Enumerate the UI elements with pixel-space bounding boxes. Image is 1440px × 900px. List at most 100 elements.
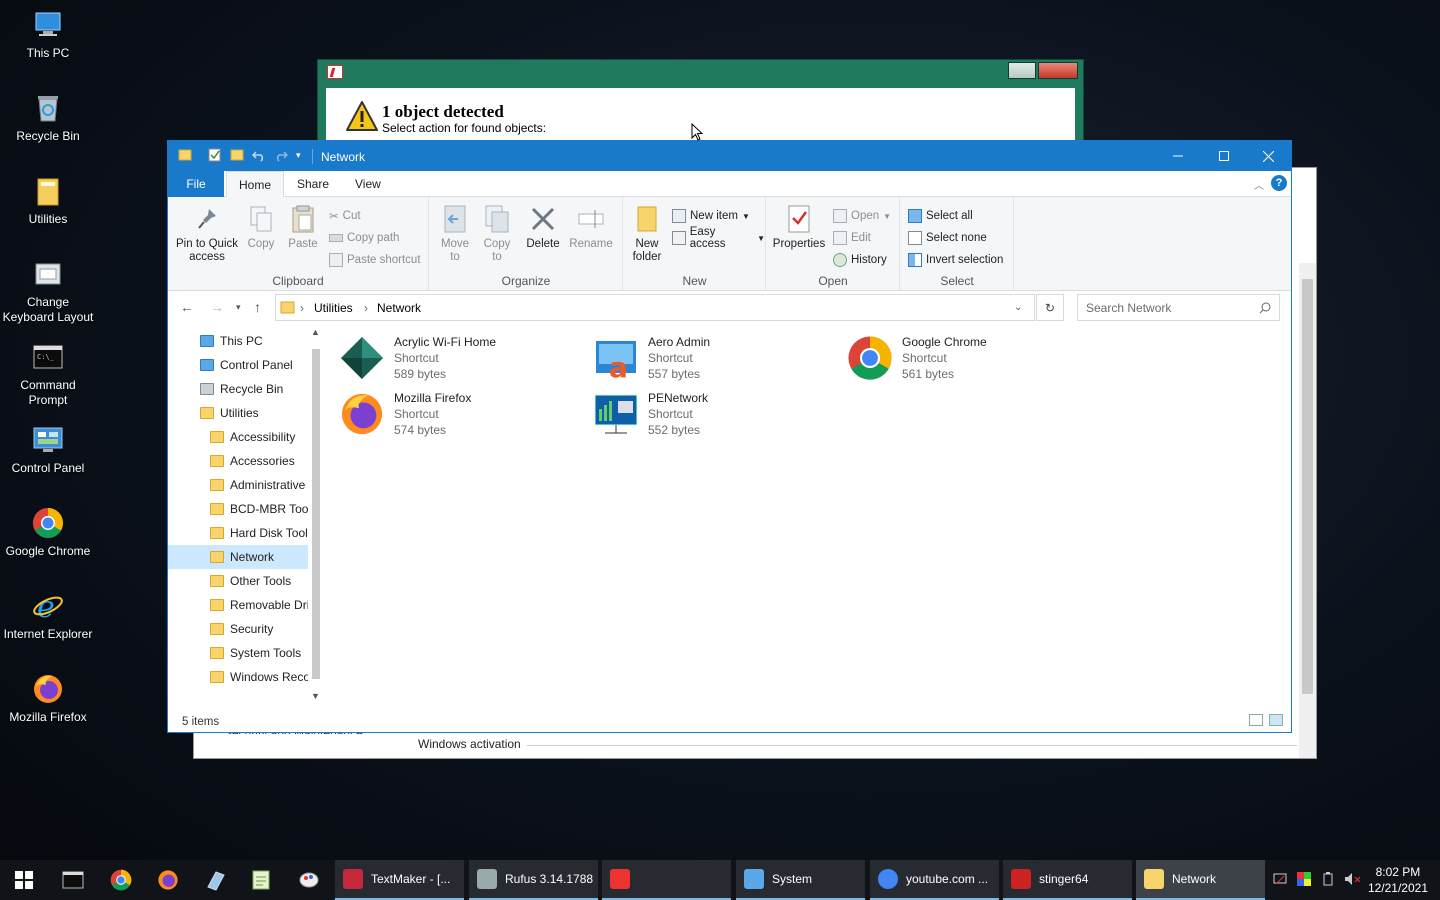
taskbar-pin-notes[interactable] — [197, 865, 233, 895]
taskbar-pin-notepad[interactable] — [243, 865, 279, 895]
restore-button[interactable] — [1008, 62, 1036, 79]
properties-button[interactable]: Properties — [772, 203, 826, 251]
refresh-button[interactable]: ↻ — [1036, 294, 1064, 321]
nav-item[interactable]: Accessories — [168, 449, 308, 473]
scroll-thumb[interactable] — [312, 349, 320, 679]
new-folder-button[interactable]: New folder — [628, 203, 666, 264]
back-button[interactable]: ← — [180, 299, 194, 315]
large-icons-view-button[interactable] — [1269, 714, 1283, 726]
desktop-icon-this-pc[interactable]: This PC — [0, 8, 96, 61]
nav-item[interactable]: Removable Dri — [168, 593, 308, 617]
nav-item[interactable]: BCD-MBR Tool — [168, 497, 308, 521]
close-button[interactable] — [1038, 62, 1078, 79]
taskbar-pin-cmd[interactable] — [55, 865, 91, 895]
nav-item[interactable]: Administrative — [168, 473, 308, 497]
nav-item[interactable]: Utilities — [168, 401, 308, 425]
close-button[interactable] — [1245, 141, 1291, 171]
select-none-button[interactable]: Select none — [908, 229, 987, 247]
start-button[interactable] — [6, 865, 42, 895]
file-item[interactable]: PENetwork Shortcut 552 bytes — [592, 390, 842, 444]
nav-item[interactable]: Hard Disk Tools — [168, 521, 308, 545]
up-button[interactable]: ↑ — [254, 299, 261, 315]
copy-path-button[interactable]: Copy path — [329, 229, 399, 247]
pin-to-quick-access-button[interactable]: Pin to Quick access — [174, 203, 240, 264]
tab-view[interactable]: View — [343, 171, 393, 197]
properties-check-icon[interactable] — [208, 148, 222, 162]
file-item[interactable]: Mozilla Firefox Shortcut 574 bytes — [338, 390, 588, 444]
desktop-icon-mozilla-firefox[interactable]: Mozilla Firefox — [0, 672, 96, 725]
breadcrumb-network[interactable]: Network — [377, 301, 421, 315]
recent-locations-button[interactable]: ▾ — [236, 302, 241, 313]
taskbar-task[interactable]: stinger64 — [1003, 860, 1132, 900]
breadcrumb-utilities[interactable]: Utilities — [314, 301, 353, 315]
desktop-icon-control-panel[interactable]: Control Panel — [0, 423, 96, 476]
navigation-scrollbar[interactable]: ▲ ▼ — [308, 327, 324, 709]
desktop-icon-keyboard-layout[interactable]: Change Keyboard Layout — [0, 257, 96, 325]
redo-icon[interactable] — [274, 148, 288, 162]
taskbar-task[interactable]: youtube.com ... — [870, 860, 999, 900]
details-view-button[interactable] — [1249, 714, 1263, 726]
copy-button[interactable]: Copy — [244, 203, 278, 251]
desktop-icon-google-chrome[interactable]: Google Chrome — [0, 506, 96, 559]
chevron-up-icon[interactable]: ︿ — [1254, 177, 1264, 192]
move-to-button[interactable]: Move to — [438, 203, 472, 264]
desktop-icon-utilities[interactable]: Utilities — [0, 174, 96, 227]
undo-icon[interactable] — [252, 148, 266, 162]
explorer-titlebar[interactable]: ▾ Network — [168, 141, 1291, 171]
nav-item[interactable]: System Tools — [168, 641, 308, 665]
volume-muted-icon[interactable] — [1344, 872, 1362, 886]
desktop-icon-command-prompt[interactable]: C:\_ Command Prompt — [0, 340, 96, 408]
maximize-button[interactable] — [1201, 141, 1247, 171]
paste-button[interactable]: Paste — [285, 203, 321, 251]
cut-button[interactable]: ✂ Cut — [329, 207, 361, 225]
file-item[interactable]: Google Chrome Shortcut 561 bytes — [846, 334, 1096, 388]
nav-item[interactable]: This PC — [168, 329, 308, 353]
taskbar-task[interactable]: System — [736, 860, 865, 900]
taskbar-pin-paint[interactable] — [291, 865, 327, 895]
search-input[interactable]: Search Network — [1077, 294, 1280, 321]
rename-button[interactable]: Rename — [568, 203, 614, 251]
background-scrollbar[interactable] — [1299, 263, 1316, 758]
nav-item[interactable]: Recycle Bin — [168, 377, 308, 401]
scroll-thumb[interactable] — [1302, 279, 1313, 694]
desktop-icon-internet-explorer[interactable]: e Internet Explorer — [0, 589, 96, 642]
open-button[interactable]: Open ▼ — [833, 207, 891, 225]
new-item-button[interactable]: New item ▼ — [672, 207, 750, 225]
chevron-down-icon[interactable]: ▾ — [296, 150, 301, 161]
address-bar[interactable]: › Utilities › Network ⌄ — [275, 294, 1035, 321]
chevron-down-icon[interactable]: ▼ — [311, 691, 320, 701]
new-folder-icon[interactable] — [230, 148, 244, 162]
easy-access-button[interactable]: Easy access ▼ — [672, 226, 765, 250]
taskbar-task[interactable]: Network — [1136, 860, 1265, 900]
delete-button[interactable]: Delete — [524, 203, 562, 251]
desktop-icon-recycle-bin[interactable]: Recycle Bin — [0, 91, 96, 144]
history-button[interactable]: History — [833, 251, 887, 269]
nav-item[interactable]: Network — [168, 545, 308, 569]
clock[interactable]: 8:02 PM 12/21/2021 — [1368, 864, 1428, 896]
tab-file[interactable]: File — [168, 171, 224, 197]
network-tray-icon[interactable] — [1273, 872, 1287, 886]
select-all-button[interactable]: Select all — [908, 207, 973, 225]
battery-tray-icon[interactable] — [1322, 872, 1334, 886]
copy-to-button[interactable]: Copy to — [480, 203, 514, 264]
nav-item[interactable]: Other Tools — [168, 569, 308, 593]
antivirus-titlebar[interactable] — [318, 60, 1083, 84]
nav-item[interactable]: Accessibility — [168, 425, 308, 449]
taskbar-task[interactable] — [602, 860, 731, 900]
forward-button[interactable]: → — [210, 299, 224, 315]
color-tray-icon[interactable] — [1297, 872, 1311, 886]
tab-share[interactable]: Share — [285, 171, 341, 197]
nav-item[interactable]: Control Panel — [168, 353, 308, 377]
paste-shortcut-button[interactable]: Paste shortcut — [329, 251, 421, 269]
taskbar-pin-firefox[interactable] — [150, 865, 186, 895]
file-item[interactable]: a Aero Admin Shortcut 557 bytes — [592, 334, 842, 388]
edit-button[interactable]: Edit — [833, 229, 871, 247]
invert-selection-button[interactable]: Invert selection — [908, 251, 1003, 269]
nav-item[interactable]: Security — [168, 617, 308, 641]
help-icon[interactable]: ? — [1271, 175, 1287, 191]
taskbar-task[interactable]: Rufus 3.14.1788 — [469, 860, 598, 900]
chevron-down-icon[interactable]: ⌄ — [1014, 302, 1022, 313]
file-item[interactable]: Acrylic Wi-Fi Home Shortcut 589 bytes — [338, 334, 588, 388]
taskbar-task[interactable]: TextMaker - [... — [335, 860, 464, 900]
chevron-up-icon[interactable]: ▲ — [311, 327, 320, 337]
